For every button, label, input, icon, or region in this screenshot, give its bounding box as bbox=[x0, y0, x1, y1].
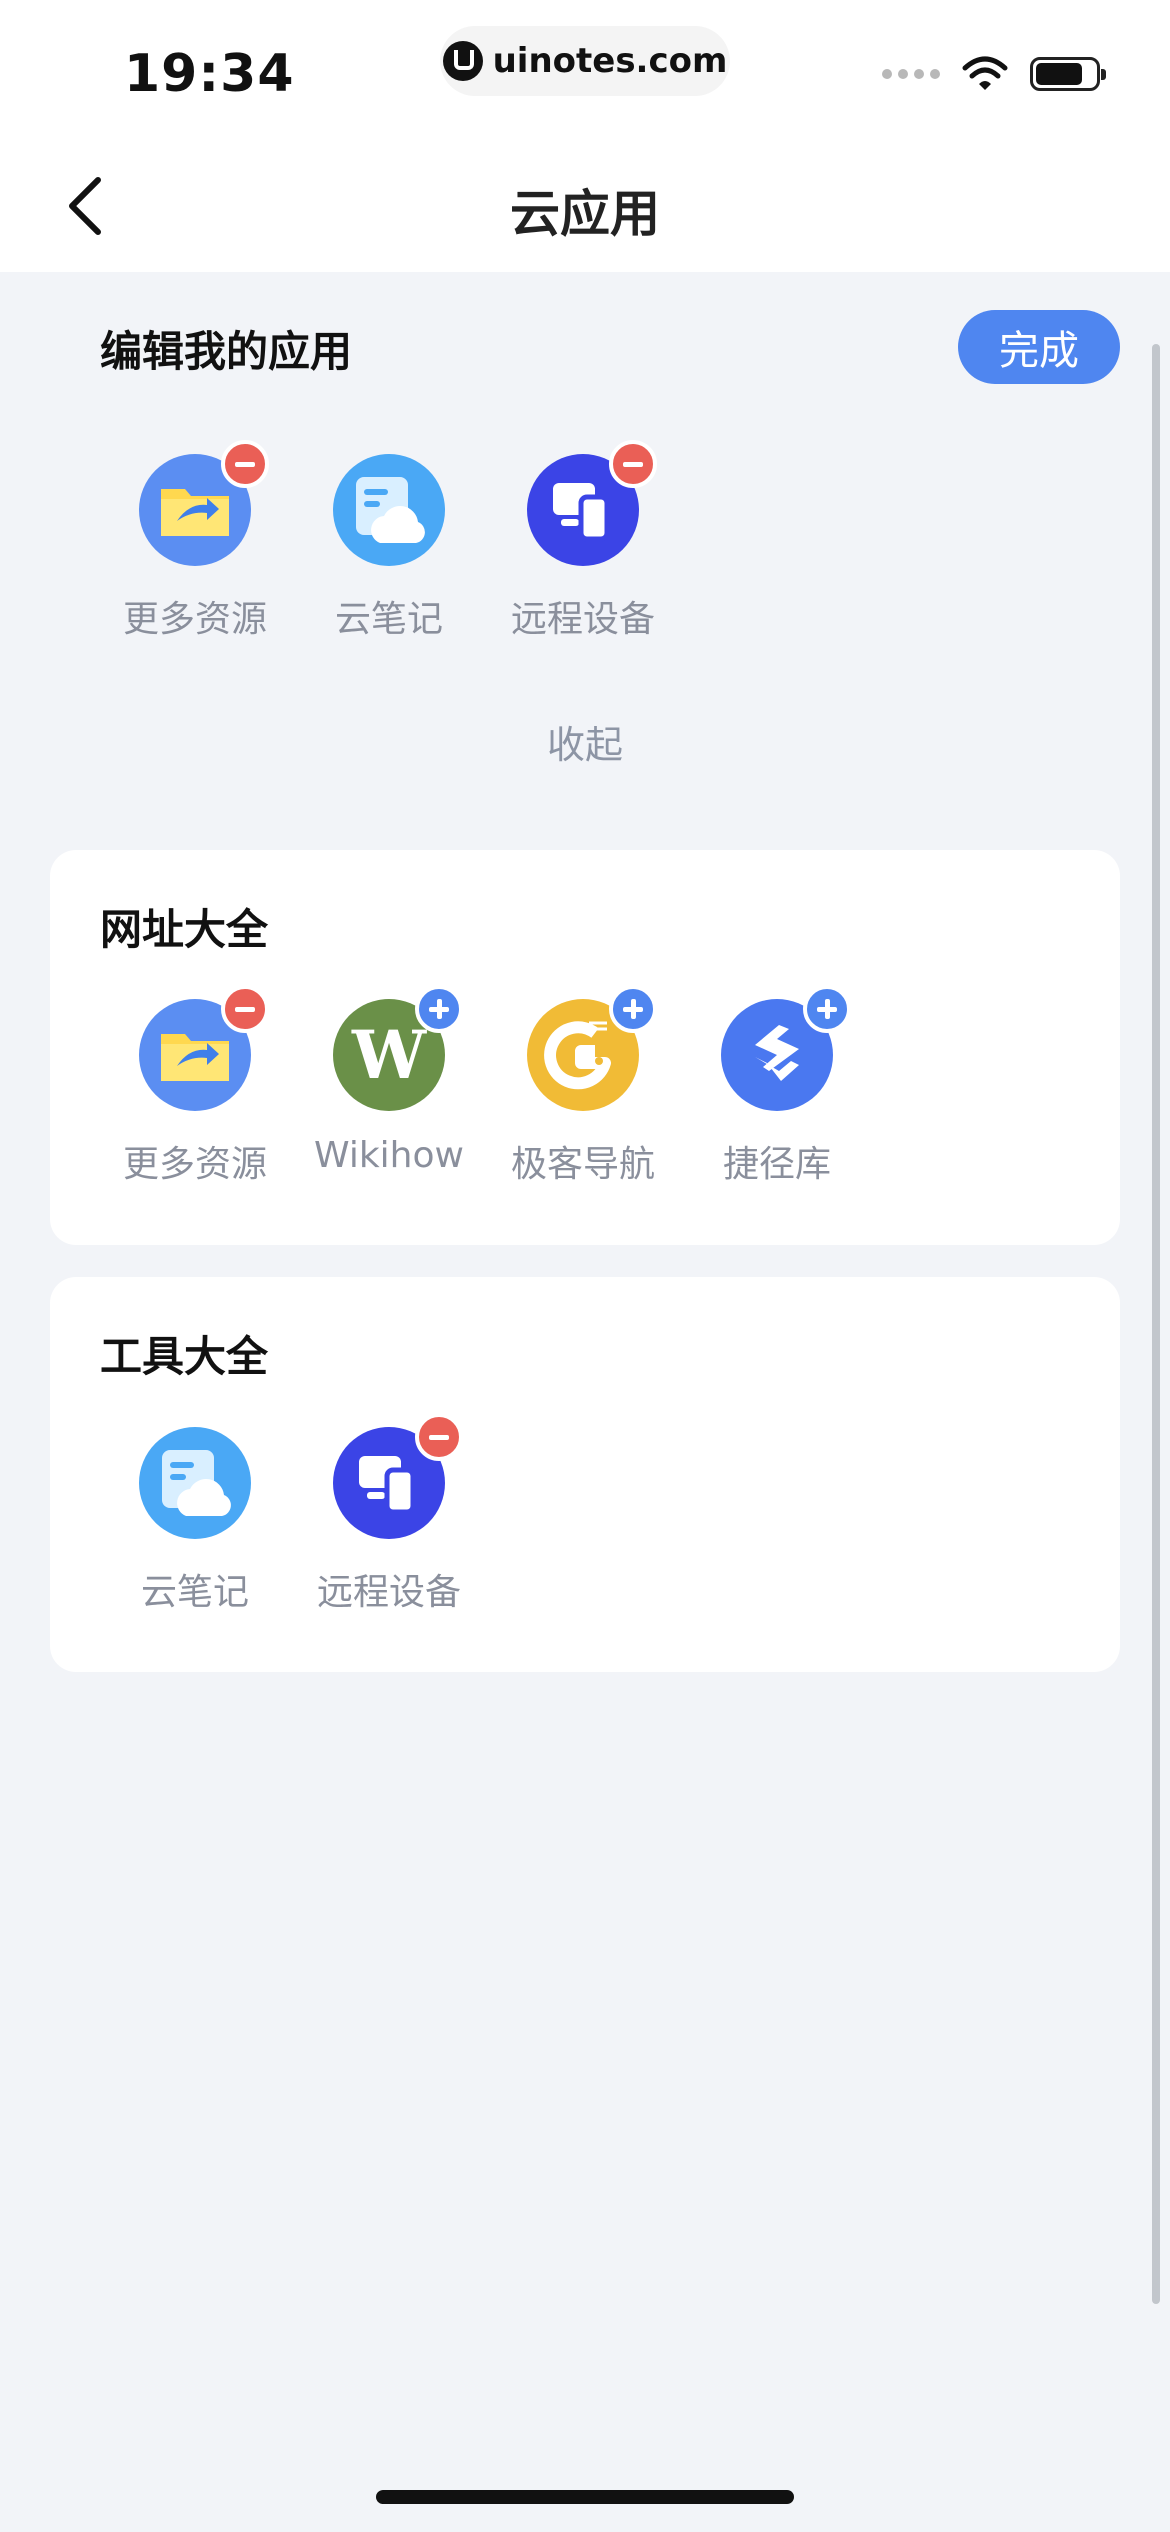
url-text: uinotes.com bbox=[492, 41, 728, 81]
add-badge-icon[interactable] bbox=[415, 985, 463, 1033]
app-tile[interactable]: 云笔记 bbox=[100, 1427, 290, 1615]
collapse-button[interactable]: 收起 bbox=[0, 714, 1170, 769]
battery-icon bbox=[1030, 57, 1106, 91]
remote-devices-icon bbox=[333, 1413, 463, 1539]
app-tile[interactable]: W Wikihow bbox=[294, 985, 484, 1176]
top-bar: 19:34 uinotes.com 云应用 bbox=[0, 0, 1170, 272]
app-label: Wikihow bbox=[314, 1135, 464, 1176]
remote-devices-icon bbox=[527, 440, 657, 566]
tools-section-title: 工具大全 bbox=[100, 1332, 269, 1381]
app-label: 捷径库 bbox=[722, 1144, 831, 1185]
app-tile[interactable]: 远程设备 bbox=[294, 1413, 484, 1615]
app-tile[interactable]: 更多资源 bbox=[100, 985, 290, 1187]
app-label: 更多资源 bbox=[122, 1144, 267, 1185]
site-logo-icon bbox=[442, 41, 483, 81]
cloud-note-icon bbox=[139, 1427, 251, 1539]
url-pill[interactable]: uinotes.com bbox=[440, 26, 730, 96]
app-label: 极客导航 bbox=[510, 1144, 655, 1185]
geek-nav-icon bbox=[527, 985, 657, 1111]
folder-share-icon bbox=[139, 985, 269, 1111]
status-indicators bbox=[882, 56, 1106, 92]
app-tile[interactable]: 更多资源 bbox=[100, 440, 290, 642]
url-section-title: 网址大全 bbox=[100, 905, 269, 954]
my-apps-title: 编辑我的应用 bbox=[100, 327, 353, 376]
remove-badge-icon[interactable] bbox=[221, 985, 269, 1033]
app-tile[interactable]: 云笔记 bbox=[294, 454, 484, 642]
remove-badge-icon[interactable] bbox=[415, 1413, 463, 1461]
cloud-note-icon bbox=[333, 454, 445, 566]
folder-share-icon bbox=[139, 440, 269, 566]
remove-badge-icon[interactable] bbox=[609, 440, 657, 488]
app-label: 远程设备 bbox=[510, 599, 655, 640]
status-time: 19:34 bbox=[124, 44, 295, 104]
add-badge-icon[interactable] bbox=[803, 985, 851, 1033]
app-tile[interactable]: 远程设备 bbox=[488, 440, 678, 642]
scrollbar[interactable] bbox=[1152, 344, 1160, 2304]
remove-badge-icon[interactable] bbox=[221, 440, 269, 488]
app-tile[interactable]: 捷径库 bbox=[682, 985, 872, 1187]
done-button[interactable]: 完成 bbox=[958, 310, 1120, 384]
shortcuts-icon bbox=[721, 985, 851, 1111]
add-badge-icon[interactable] bbox=[609, 985, 657, 1033]
page-title: 云应用 bbox=[510, 185, 660, 243]
wikihow-icon: W bbox=[333, 985, 463, 1111]
app-label: 云笔记 bbox=[140, 1572, 249, 1613]
wifi-icon bbox=[962, 56, 1008, 90]
app-label: 远程设备 bbox=[316, 1572, 461, 1613]
app-tile[interactable]: 极客导航 bbox=[488, 985, 678, 1187]
app-label: 更多资源 bbox=[122, 599, 267, 640]
signal-icon bbox=[882, 69, 940, 79]
app-label: 云笔记 bbox=[334, 599, 443, 640]
home-indicator[interactable] bbox=[376, 2490, 794, 2504]
